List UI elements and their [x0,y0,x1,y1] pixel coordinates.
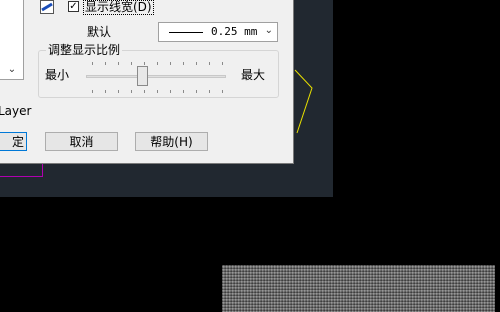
slider-tick [157,90,158,93]
slider-tick [118,90,119,93]
slider-tick [144,90,145,93]
slider-tick [105,90,106,93]
slider-tick [196,62,197,65]
slider-tick [92,90,93,93]
dropdown-arrow-icon[interactable]: ⌄ [265,25,273,36]
slider-tick [157,62,158,65]
display-scale-slider[interactable] [86,75,226,78]
slider-thumb[interactable] [137,66,148,86]
slider-tick [131,90,132,93]
lineweight-listbox[interactable]: ⌄ [0,0,24,80]
slider-tick [183,62,184,65]
slider-tick [131,62,132,65]
help-button[interactable]: 帮助(H) [135,132,208,151]
slider-tick [105,62,106,65]
slider-tick [118,62,119,65]
ok-button[interactable]: 定 [0,132,27,151]
checkbox-check-icon[interactable]: ✓ [68,1,79,12]
slider-tick [183,90,184,93]
default-label: 默认 [87,25,112,39]
slider-tick [222,90,223,93]
slider-tick [196,90,197,93]
display-scale-title: 调整显示比例 [46,43,123,57]
slider-tick [170,90,171,93]
lineweight-value: 0.25 mm [211,25,258,38]
cancel-button[interactable]: 取消 [45,132,118,151]
slider-tick [222,62,223,65]
slider-tick [92,62,93,65]
slider-min-label: 最小 [45,68,70,82]
display-lineweight-label[interactable]: 显示线宽(D) [83,0,154,15]
slider-tick [144,62,145,65]
line-sample [169,32,203,33]
slider-tick [170,62,171,65]
lineweight-icon [40,0,54,14]
default-lineweight-select[interactable]: 0.25 mm ⌄ [158,22,278,42]
slider-tick [209,90,210,93]
layer-label: Layer [0,104,32,118]
slider-tick [209,62,210,65]
noise-block [222,265,495,312]
lineweight-settings-dialog: ⌄ ✓ 显示线宽(D) 默认 0.25 mm ⌄ 调整显示比例 最小 最大 La… [0,0,294,164]
scroll-down-icon[interactable]: ⌄ [5,63,19,77]
slider-max-label: 最大 [241,68,266,82]
